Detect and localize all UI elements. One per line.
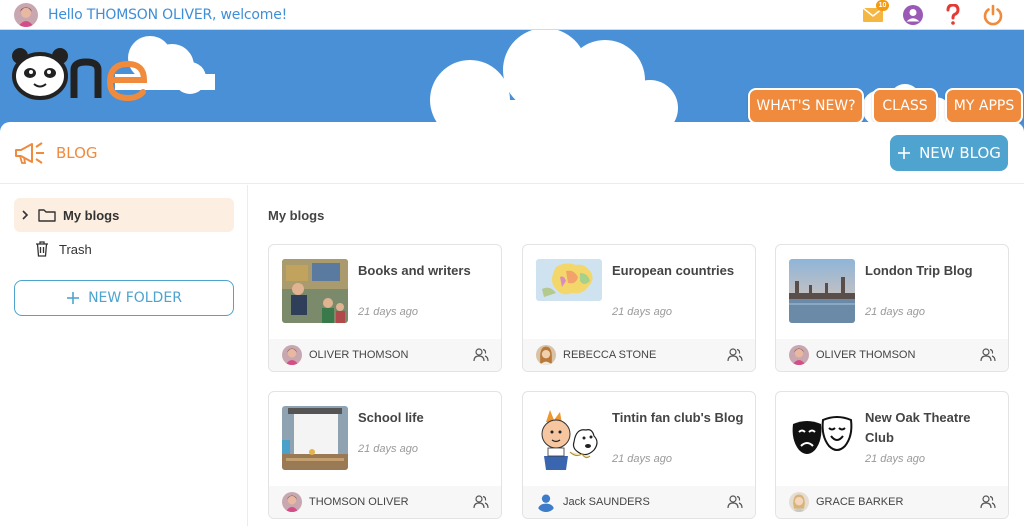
header: WHAT'S NEW? CLASS MY APPS <box>0 30 1024 125</box>
shared-users-icon[interactable] <box>727 348 743 362</box>
blog-card[interactable]: School life 21 days ago THOMSON OLIVER <box>268 391 502 519</box>
blog-title[interactable]: School life <box>358 408 494 428</box>
shared-users-icon[interactable] <box>980 348 996 362</box>
blog-thumbnail <box>282 259 348 323</box>
blog-author: GRACE BARKER <box>816 496 904 508</box>
blog-date: 21 days ago <box>358 306 418 318</box>
plus-icon <box>67 292 80 304</box>
new-blog-button[interactable]: NEW BLOG <box>890 135 1008 171</box>
blog-author: Jack SAUNDERS <box>563 496 650 508</box>
blog-card-footer: GRACE BARKER <box>776 486 1008 518</box>
page-header: BLOG NEW BLOG <box>0 122 1024 184</box>
sidebar-item-trash[interactable]: Trash <box>14 232 234 266</box>
megaphone-icon <box>15 142 44 164</box>
blog-author: OLIVER THOMSON <box>816 349 916 361</box>
new-blog-label: NEW BLOG <box>919 144 1001 162</box>
blog-title[interactable]: Books and writers <box>358 261 494 281</box>
folder-icon <box>38 209 56 222</box>
blog-title[interactable]: Tintin fan club's Blog <box>612 408 748 428</box>
author-avatar <box>282 492 302 512</box>
blog-title[interactable]: New Oak Theatre Club <box>865 408 1001 448</box>
trash-icon <box>36 241 48 257</box>
one-logo[interactable] <box>10 42 160 112</box>
blog-date: 21 days ago <box>612 306 672 318</box>
blog-author: THOMSON OLIVER <box>309 496 409 508</box>
class-button[interactable]: CLASS <box>872 88 938 124</box>
help-icon[interactable] <box>940 3 966 27</box>
profile-icon[interactable] <box>900 3 926 27</box>
blog-card-footer: THOMSON OLIVER <box>269 486 501 518</box>
blog-card-footer: OLIVER THOMSON <box>269 339 501 371</box>
shared-users-icon[interactable] <box>980 495 996 509</box>
sidebar: My blogs Trash NEW FOLDER <box>0 185 248 526</box>
blog-card-footer: OLIVER THOMSON <box>776 339 1008 371</box>
new-folder-button[interactable]: NEW FOLDER <box>14 280 234 316</box>
welcome-message: Hello THOMSON OLIVER, welcome! <box>48 6 288 23</box>
blog-card-footer: Jack SAUNDERS <box>523 486 755 518</box>
blog-date: 21 days ago <box>865 453 925 465</box>
blog-card[interactable]: European countries 21 days ago REBECCA S… <box>522 244 756 372</box>
blog-date: 21 days ago <box>612 453 672 465</box>
chevron-right-icon[interactable] <box>20 210 30 220</box>
power-icon[interactable] <box>980 3 1006 27</box>
blog-thumbnail <box>282 406 348 470</box>
page-title: BLOG <box>56 144 98 162</box>
sidebar-item-my-blogs[interactable]: My blogs <box>14 198 234 232</box>
blog-thumbnail <box>789 259 855 323</box>
blog-thumbnail <box>536 259 602 301</box>
my-apps-button[interactable]: MY APPS <box>945 88 1023 124</box>
author-avatar <box>789 345 809 365</box>
blog-author: REBECCA STONE <box>563 349 657 361</box>
blog-card-footer: REBECCA STONE <box>523 339 755 371</box>
sidebar-item-label: My blogs <box>63 207 120 223</box>
blog-card[interactable]: Books and writers 21 days ago OLIVER THO… <box>268 244 502 372</box>
new-folder-label: NEW FOLDER <box>88 290 182 306</box>
shared-users-icon[interactable] <box>727 495 743 509</box>
main-panel: BLOG NEW BLOG My blogs Trash NEW FOLDER … <box>0 122 1024 526</box>
top-bar: Hello THOMSON OLIVER, welcome! 10 <box>0 0 1024 30</box>
blog-card[interactable]: London Trip Blog 21 days ago OLIVER THOM… <box>775 244 1009 372</box>
sidebar-item-label: Trash <box>59 241 92 257</box>
blog-author: OLIVER THOMSON <box>309 349 409 361</box>
blog-date: 21 days ago <box>865 306 925 318</box>
blog-card[interactable]: Tintin fan club's Blog 21 days ago Jack … <box>522 391 756 519</box>
author-avatar <box>536 345 556 365</box>
author-avatar <box>282 345 302 365</box>
blog-card[interactable]: New Oak Theatre Club 21 days ago GRACE B… <box>775 391 1009 519</box>
user-avatar[interactable] <box>14 2 38 27</box>
blog-thumbnail <box>536 406 602 470</box>
author-avatar <box>536 492 556 512</box>
blog-title[interactable]: European countries <box>612 261 748 281</box>
author-avatar <box>789 492 809 512</box>
blog-title[interactable]: London Trip Blog <box>865 261 1001 281</box>
shared-users-icon[interactable] <box>473 495 489 509</box>
section-title: My blogs <box>268 208 325 223</box>
whats-new-button[interactable]: WHAT'S NEW? <box>748 88 864 124</box>
shared-users-icon[interactable] <box>473 348 489 362</box>
mail-icon[interactable]: 10 <box>860 0 889 27</box>
plus-icon <box>898 147 911 159</box>
blog-thumbnail <box>789 406 855 470</box>
blog-date: 21 days ago <box>358 443 418 455</box>
mail-count-badge: 10 <box>876 0 889 11</box>
